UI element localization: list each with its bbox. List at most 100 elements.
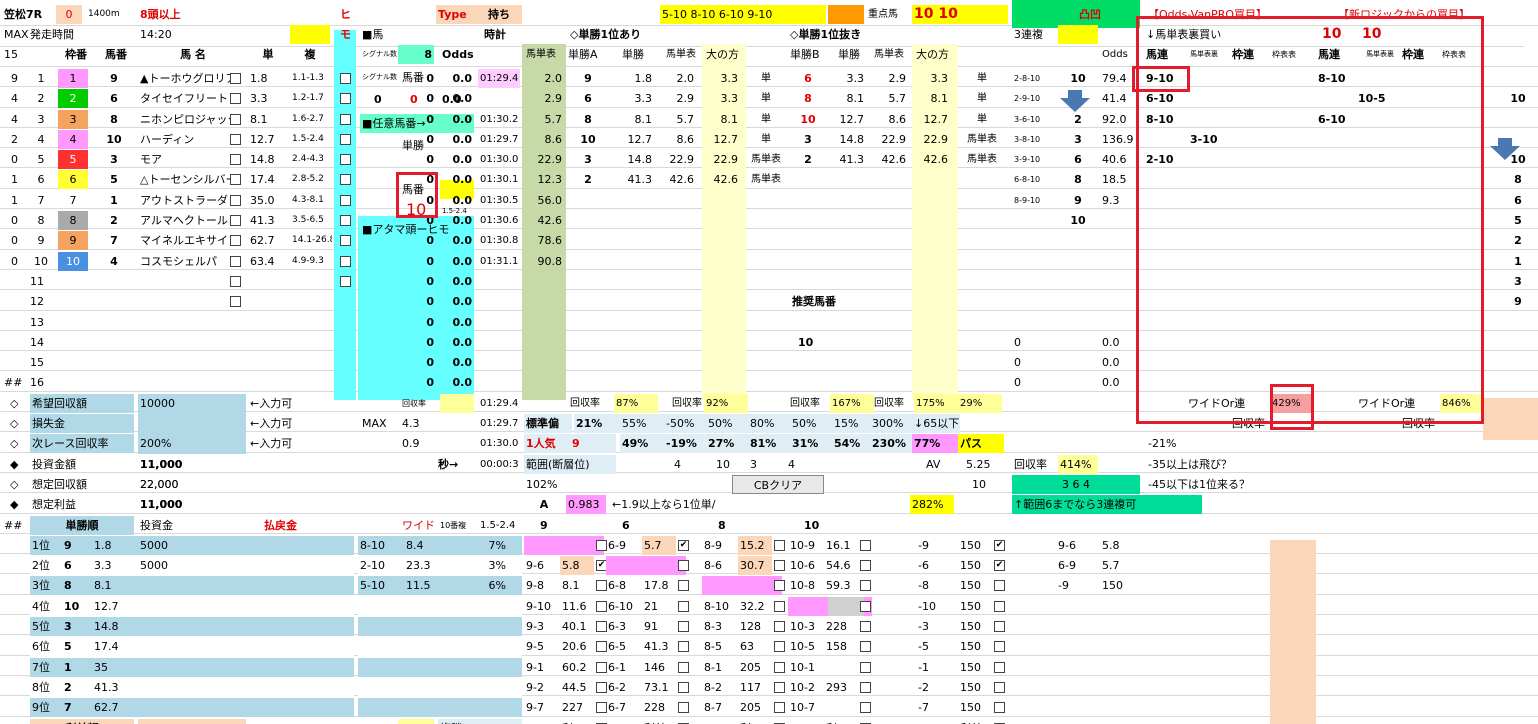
checkbox[interactable] <box>230 72 241 84</box>
checkbox[interactable] <box>230 275 241 287</box>
time-1: 01:29.4 <box>480 397 519 409</box>
right-col-value: 8 <box>1514 173 1522 187</box>
checkbox[interactable] <box>860 661 871 673</box>
matrix-value: 73.1 <box>644 680 669 694</box>
rank-umaban: 3 <box>64 620 72 633</box>
hani-value: 3 <box>750 457 757 471</box>
win-b-umaban <box>790 170 826 189</box>
atama-odds: 0.0 <box>452 173 473 187</box>
checkbox[interactable] <box>678 621 689 632</box>
checkbox[interactable] <box>994 702 1005 714</box>
profit-zero: ¥0 <box>270 719 310 724</box>
win-b-tansho: 41.3 <box>839 153 865 167</box>
hash: ## <box>4 376 22 390</box>
checkbox[interactable] <box>340 275 351 287</box>
tan-odds: 41.3 <box>250 214 275 227</box>
checkbox[interactable] <box>860 621 871 632</box>
checkbox[interactable] <box>678 661 689 673</box>
fuku-odds: 14.1-26.8 <box>292 235 332 246</box>
checkbox[interactable] <box>230 174 241 186</box>
checkbox[interactable] <box>994 661 1005 673</box>
atama-zero: 0 <box>426 132 434 146</box>
left-label: 投資金額 <box>32 457 76 471</box>
win-b-umaban: 3 <box>804 132 812 146</box>
checkbox[interactable] <box>860 641 871 653</box>
cb-clear-button[interactable]: CBクリア <box>732 474 824 494</box>
checkbox[interactable] <box>340 154 351 166</box>
checkbox[interactable] <box>860 681 871 693</box>
matrix-value: 128 <box>740 620 761 633</box>
waku-color: 8 <box>58 211 88 230</box>
baken-value: 2.0 <box>544 71 563 85</box>
checkbox[interactable] <box>774 580 785 592</box>
checkbox[interactable] <box>774 600 785 612</box>
rank-umaban: 9 <box>64 538 72 552</box>
checkbox[interactable] <box>774 621 785 632</box>
value-09: 0.9 <box>402 437 420 451</box>
checkbox[interactable] <box>774 560 785 572</box>
checkbox[interactable] <box>340 93 351 105</box>
bullet-icon: ◇ <box>10 437 19 451</box>
checkbox[interactable] <box>678 580 689 592</box>
checkbox[interactable] <box>340 113 351 125</box>
checkbox[interactable] <box>230 194 241 206</box>
checkbox[interactable] <box>994 621 1005 632</box>
checkbox[interactable] <box>774 702 785 714</box>
zero-odds: 0.0 <box>1102 376 1120 390</box>
checkbox[interactable] <box>860 560 871 572</box>
win-b-baken: 5.7 <box>888 92 907 106</box>
checkbox[interactable] <box>774 661 785 673</box>
checkbox[interactable] <box>994 600 1005 612</box>
checkbox[interactable] <box>678 600 689 612</box>
checkbox[interactable] <box>230 215 241 226</box>
checkbox[interactable] <box>860 539 871 551</box>
checkbox[interactable] <box>230 133 241 145</box>
checkbox[interactable] <box>230 296 241 308</box>
checkbox[interactable] <box>230 93 241 105</box>
horse-name: モア <box>140 153 162 167</box>
checkbox[interactable]: ✔ <box>994 560 1005 572</box>
checkbox[interactable] <box>340 255 351 267</box>
checkbox[interactable] <box>774 641 785 653</box>
wide-value: 11.5 <box>406 579 431 593</box>
atama-zero: 0 <box>426 315 434 329</box>
checkbox[interactable] <box>230 255 241 267</box>
checkbox[interactable] <box>340 235 351 247</box>
checkbox[interactable] <box>994 681 1005 693</box>
peach-strip <box>1270 540 1316 724</box>
checkbox[interactable] <box>774 539 785 551</box>
selected-horse-box <box>396 172 438 218</box>
checkbox[interactable] <box>860 580 871 592</box>
checkbox[interactable] <box>340 133 351 145</box>
checkbox[interactable] <box>230 235 241 247</box>
checkbox[interactable] <box>340 194 351 206</box>
checkbox[interactable] <box>860 600 871 612</box>
checkbox[interactable] <box>774 681 785 693</box>
race-time: 01:30.1 <box>480 174 519 186</box>
checkbox[interactable] <box>994 580 1005 592</box>
ninki-cell: 31% <box>790 434 836 454</box>
a-label: A <box>539 498 549 512</box>
wide-pct-box <box>1270 384 1314 430</box>
checkbox[interactable] <box>678 560 689 572</box>
matrix-value: 30.7 <box>738 556 772 576</box>
win-b-baken <box>868 191 908 210</box>
wide-value <box>404 617 444 636</box>
checkbox[interactable]: ✔ <box>994 539 1005 551</box>
matrix-value: 91 <box>644 620 658 633</box>
fuku-odds: 4.9-9.3 <box>292 255 324 266</box>
sanren-value: 3 <box>1074 132 1082 146</box>
checkbox[interactable] <box>230 113 241 125</box>
checkbox[interactable] <box>340 72 351 84</box>
checkbox[interactable] <box>340 215 351 226</box>
row-number: 4 <box>11 112 18 126</box>
checkbox[interactable] <box>340 174 351 186</box>
checkbox[interactable]: ✔ <box>678 539 689 551</box>
checkbox[interactable] <box>860 702 871 714</box>
checkbox[interactable] <box>678 641 689 653</box>
checkbox[interactable] <box>678 681 689 693</box>
checkbox[interactable] <box>994 641 1005 653</box>
left-value: 10000 <box>140 396 175 410</box>
checkbox[interactable] <box>678 702 689 714</box>
checkbox[interactable] <box>230 154 241 166</box>
